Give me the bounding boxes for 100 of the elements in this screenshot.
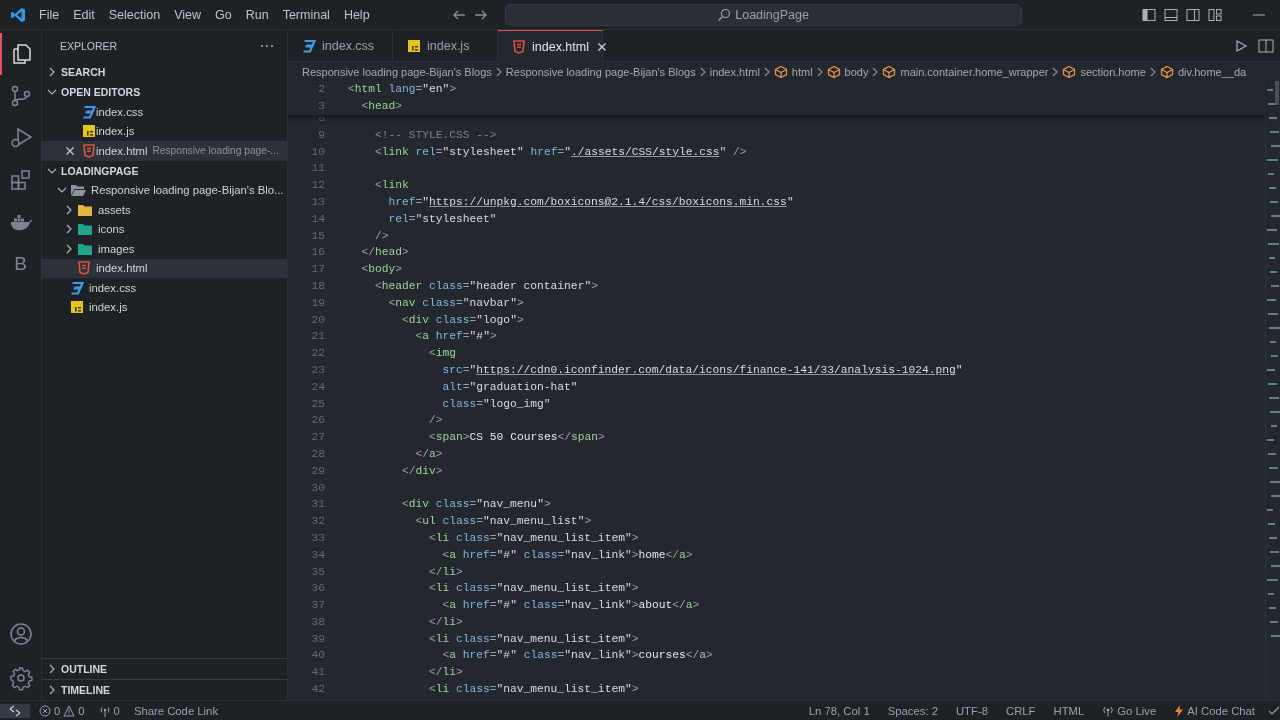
menu-item[interactable]: Help — [336, 4, 377, 25]
ports-indicator[interactable]: 0 — [93, 704, 125, 717]
css-file-icon — [302, 39, 316, 53]
remote-button[interactable] — [0, 703, 30, 718]
code-line: </li> — [428, 666, 463, 679]
line-number: 32 — [310, 515, 325, 528]
extension-letter[interactable]: B — [8, 253, 33, 275]
folder-item[interactable]: icons — [42, 219, 287, 239]
line-number: 29 — [310, 464, 325, 477]
toggle-secondary-sidebar-icon[interactable] — [1186, 7, 1200, 22]
breadcrumb-item[interactable]: index.html — [709, 65, 760, 78]
breadcrumb-item[interactable]: html — [773, 64, 813, 79]
breadcrumb-item[interactable]: div.home__da — [1159, 64, 1247, 79]
folder-item[interactable]: assets — [42, 200, 287, 220]
run-icon[interactable] — [1234, 38, 1248, 53]
open-editor-item[interactable]: index.html Responsive loading page-... — [42, 141, 287, 161]
code-line: <header class="header container"> — [374, 279, 598, 292]
tree-item[interactable]: index.html — [42, 258, 287, 278]
remote-icon — [8, 703, 22, 718]
code-line: rel="stylesheet" — [387, 212, 497, 225]
code-line: <link rel="stylesheet" href="./assets/CSS/style.css" /> — [374, 145, 747, 158]
breadcrumb-item[interactable]: main.container.home_wrapper — [882, 64, 1049, 79]
problems-indicator[interactable]: 0 0 — [34, 704, 90, 717]
open-editor-item[interactable]: index.css — [42, 102, 287, 122]
line-number: 9 — [317, 128, 325, 141]
check-icon[interactable] — [1268, 704, 1280, 717]
section-header[interactable]: OUTLINE — [42, 658, 287, 679]
status-item[interactable]: UTF-8 — [950, 704, 993, 717]
code-line: href="https://unpkg.com/boxicons@2.1.4/css/boxicons.min.css" — [387, 195, 794, 208]
ai-chat-button[interactable]: AI Code Chat — [1169, 704, 1260, 717]
code-line: <head> — [360, 100, 403, 113]
folder-item[interactable]: Responsive loading page-Bijan's Blo... — [42, 180, 287, 200]
breadcrumb-item[interactable]: section.home — [1062, 64, 1146, 79]
error-icon — [39, 704, 51, 717]
search-icon — [717, 7, 732, 22]
html-file-icon — [82, 143, 96, 158]
line-number: 17 — [310, 263, 325, 276]
sidebar-title: EXPLORER — [60, 40, 118, 52]
code-line: <nav class="navbar"> — [387, 296, 524, 309]
split-editor-icon[interactable] — [1258, 37, 1274, 54]
code-line: <li class="nav_menu_list_item"> — [428, 683, 639, 696]
menu-item[interactable]: Run — [238, 4, 276, 25]
code-line: </li> — [428, 565, 463, 578]
section-header[interactable]: SEARCH — [42, 62, 287, 82]
menu-item[interactable]: Go — [208, 4, 239, 25]
line-number: 28 — [310, 447, 325, 460]
editor-tab[interactable]: index.css — [288, 30, 393, 61]
line-number: 21 — [310, 330, 325, 343]
menu-item[interactable]: Selection — [101, 4, 168, 25]
command-center-search[interactable]: LoadingPage — [504, 3, 1022, 26]
menu-item[interactable]: Edit — [66, 4, 102, 25]
menu-item[interactable]: Terminal — [275, 4, 337, 25]
line-number: 11 — [310, 162, 325, 175]
line-number: 19 — [310, 296, 325, 309]
code-line: class="logo_img" — [441, 397, 551, 410]
go-live-button[interactable]: Go Live — [1097, 704, 1162, 717]
section-header[interactable]: OPEN EDITORS — [42, 82, 287, 102]
line-number: 41 — [310, 666, 325, 679]
status-item[interactable]: CRLF — [1000, 704, 1041, 717]
line-number: 39 — [310, 632, 325, 645]
menu-item[interactable]: File — [32, 4, 67, 25]
section-header[interactable]: LOADINGPAGE — [42, 160, 287, 181]
code-line: <a href="#" class="nav_link">courses</a> — [441, 649, 713, 662]
code-line: <a href="#"> — [414, 330, 497, 343]
code-line: <a href="#" class="nav_link">about</a> — [441, 599, 700, 612]
tree-item[interactable]: index.js — [42, 297, 287, 317]
warning-icon — [63, 704, 76, 717]
customize-layout-icon[interactable] — [1208, 7, 1222, 22]
status-item[interactable]: HTML — [1048, 704, 1090, 717]
line-number: 3 — [317, 100, 325, 113]
code-line: <span>CS 50 Courses</span> — [428, 431, 605, 444]
line-number: 16 — [310, 246, 325, 259]
extensions-icon[interactable] — [8, 168, 33, 192]
line-number: 42 — [310, 683, 325, 696]
breadcrumb-item[interactable]: Responsive loading page-Bijan's Blogs — [302, 65, 492, 78]
status-item[interactable]: Spaces: 2 — [882, 704, 943, 717]
code-line: </div> — [401, 464, 443, 477]
menu-item[interactable]: View — [167, 4, 208, 25]
line-number: 12 — [310, 179, 325, 192]
account-icon[interactable] — [8, 622, 33, 646]
code-line: </head> — [360, 246, 409, 259]
run-debug-icon[interactable] — [8, 126, 33, 150]
settings-icon[interactable] — [8, 666, 33, 690]
line-number: 15 — [310, 229, 325, 242]
folder-item[interactable]: images — [42, 239, 287, 259]
toggle-sidebar-icon[interactable] — [1142, 7, 1156, 22]
breadcrumb-item[interactable]: Responsive loading page-Bijan's Blogs — [505, 65, 696, 78]
status-item[interactable]: Share Code Link — [128, 704, 224, 717]
toggle-panel-icon[interactable] — [1164, 7, 1178, 22]
code-line: <!-- STYLE.CSS --> — [374, 128, 497, 141]
js-file-icon — [70, 300, 84, 315]
code-line: <ul class="nav_menu_list"> — [414, 515, 592, 528]
line-number: 13 — [310, 195, 325, 208]
tree-item[interactable]: index.css — [42, 278, 287, 298]
open-editor-item[interactable]: index.js — [42, 121, 287, 141]
editor-tab[interactable]: index.html — [498, 30, 603, 62]
broadcast-icon — [1102, 704, 1115, 717]
breadcrumb-item[interactable]: body — [826, 64, 869, 79]
status-item[interactable]: Ln 78, Col 1 — [803, 704, 875, 717]
element-cube-icon — [1159, 64, 1174, 79]
